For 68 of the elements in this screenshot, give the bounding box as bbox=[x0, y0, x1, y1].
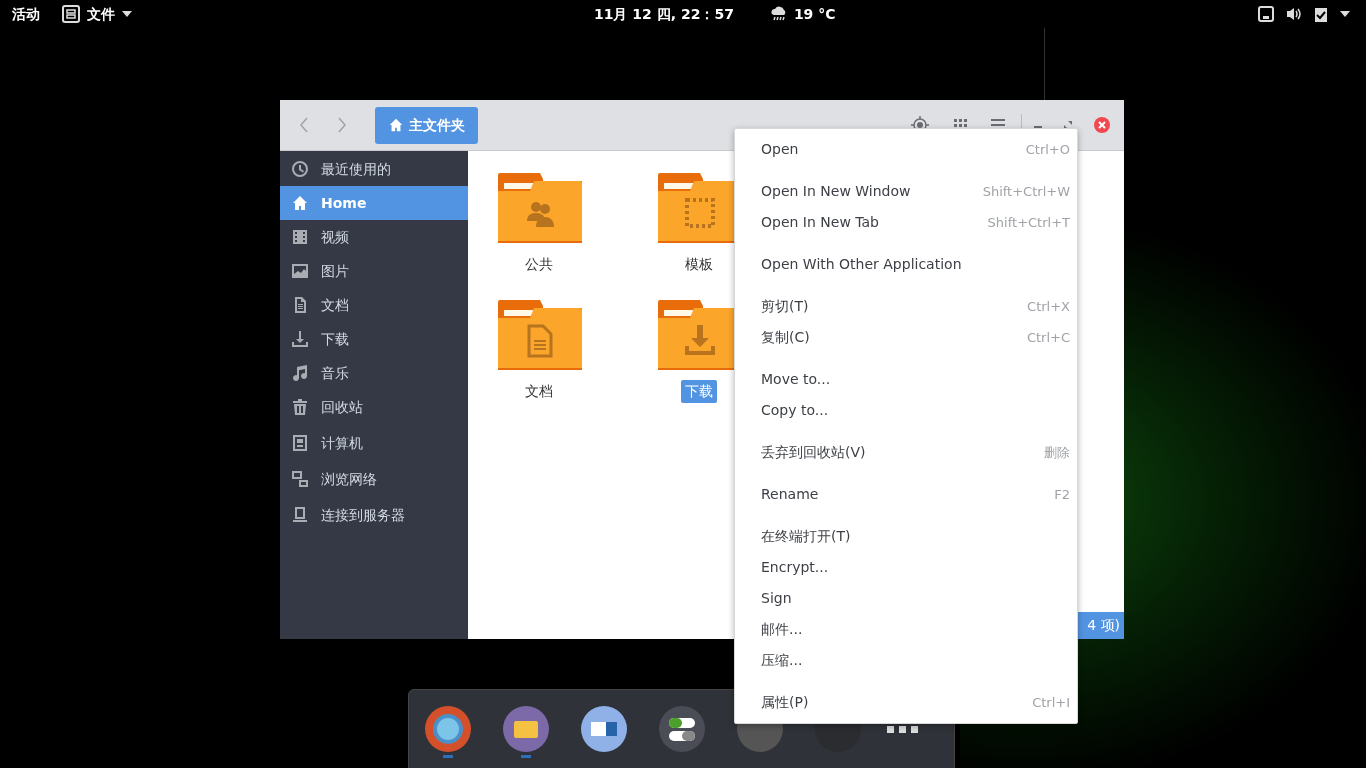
clock[interactable]: 11月 12 四, 22：57 bbox=[594, 3, 734, 25]
menu-item[interactable]: 在终端打开(T) bbox=[735, 521, 1077, 552]
folder-label[interactable]: 公共 bbox=[521, 253, 557, 276]
shortcut-label: Shift+Ctrl+W bbox=[982, 182, 1070, 201]
network-icon bbox=[291, 470, 309, 488]
sidebar-item[interactable]: 视频 bbox=[280, 220, 468, 254]
document-folder-icon[interactable] bbox=[498, 300, 582, 370]
cabinet-icon bbox=[62, 5, 80, 23]
menu-item[interactable]: 剪切(T) Ctrl+X bbox=[735, 291, 1077, 322]
menu-item[interactable]: Open In New Window Shift+Ctrl+W bbox=[735, 176, 1077, 207]
menu-item[interactable]: Copy to... bbox=[735, 395, 1077, 426]
sidebar-item[interactable]: 最近使用的 bbox=[280, 152, 468, 186]
toggles-app-icon[interactable] bbox=[659, 706, 705, 752]
home-icon bbox=[388, 117, 404, 133]
menu-item[interactable]: 丢弃到回收站(V) 删除 bbox=[735, 437, 1077, 468]
sidebar-item[interactable]: 文档 bbox=[280, 288, 468, 322]
menu-item[interactable]: Open Ctrl+O bbox=[735, 134, 1077, 165]
menu-item[interactable]: Open With Other Application bbox=[735, 249, 1077, 280]
sidebar-item[interactable]: 连接到服务器 bbox=[280, 498, 468, 532]
folder-app-icon[interactable] bbox=[503, 706, 549, 752]
menu-item[interactable]: Sign bbox=[735, 583, 1077, 614]
status-label: 4 项) bbox=[1078, 612, 1124, 639]
sidebar-item[interactable]: 音乐 bbox=[280, 356, 468, 390]
music-note-icon bbox=[291, 364, 309, 382]
folder-label[interactable]: 文档 bbox=[521, 380, 557, 403]
menu-item[interactable]: Rename F2 bbox=[735, 479, 1077, 510]
network-icon[interactable] bbox=[1258, 6, 1274, 22]
shortcut-label: Shift+Ctrl+T bbox=[987, 213, 1070, 232]
card-app-icon[interactable] bbox=[581, 706, 627, 752]
shortcut-label: Ctrl+I bbox=[1032, 693, 1070, 712]
download-icon bbox=[291, 330, 309, 348]
app-menu[interactable]: 文件 bbox=[87, 3, 115, 25]
menu-item[interactable]: 邮件... bbox=[735, 614, 1077, 645]
shortcut-label: Ctrl+C bbox=[1026, 328, 1070, 347]
computer-icon bbox=[291, 434, 309, 452]
menu-item[interactable]: 复制(C) Ctrl+C bbox=[735, 322, 1077, 353]
server-icon bbox=[291, 506, 309, 524]
menu-item[interactable]: 压缩... bbox=[735, 645, 1077, 676]
picture-icon bbox=[291, 262, 309, 280]
shortcut-label: Ctrl+X bbox=[1027, 297, 1070, 316]
home-icon bbox=[291, 194, 309, 212]
clipboard-check-icon[interactable] bbox=[1314, 6, 1328, 22]
sidebar-item[interactable]: 浏览网络 bbox=[280, 462, 468, 496]
caret-icon bbox=[122, 11, 132, 17]
shortcut-label: Ctrl+O bbox=[1025, 140, 1070, 159]
clock-icon bbox=[291, 160, 309, 178]
film-icon bbox=[291, 228, 309, 246]
weather-temperature: 19 °C bbox=[793, 4, 836, 24]
browser-app-icon[interactable] bbox=[425, 706, 471, 752]
people-folder-icon[interactable] bbox=[498, 173, 582, 243]
menu-item[interactable]: Open In New Tab Shift+Ctrl+T bbox=[735, 207, 1077, 238]
caret-icon[interactable] bbox=[1340, 11, 1350, 17]
sidebar-item[interactable]: 回收站 bbox=[280, 390, 468, 424]
sidebar-item[interactable]: 计算机 bbox=[280, 426, 468, 460]
volume-icon[interactable] bbox=[1286, 7, 1302, 21]
shortcut-label: F2 bbox=[1054, 485, 1070, 504]
sidebar-item[interactable]: 下载 bbox=[280, 322, 468, 356]
folder-label[interactable]: 模板 bbox=[681, 253, 717, 276]
menu-item[interactable]: Encrypt... bbox=[735, 552, 1077, 583]
sidebar-item[interactable]: 图片 bbox=[280, 254, 468, 288]
shortcut-label: 删除 bbox=[1044, 443, 1070, 462]
cloud-rain-icon bbox=[769, 6, 788, 22]
activities-button[interactable]: 活动 bbox=[12, 3, 40, 25]
menu-item[interactable]: 属性(P) Ctrl+I bbox=[735, 687, 1077, 718]
menu-item[interactable]: Move to... bbox=[735, 364, 1077, 395]
trash-icon bbox=[291, 398, 309, 416]
app-grid-icon[interactable] bbox=[887, 726, 919, 734]
close-icon[interactable] bbox=[1094, 117, 1110, 133]
